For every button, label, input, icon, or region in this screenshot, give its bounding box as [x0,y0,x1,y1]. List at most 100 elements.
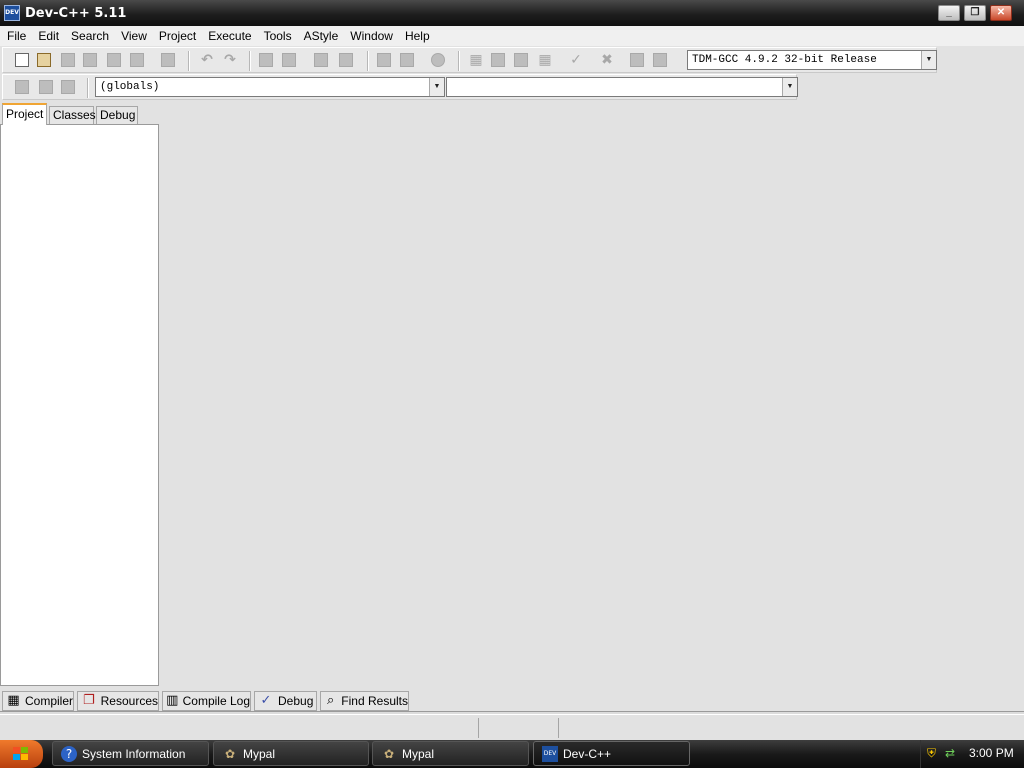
delete-profile-icon[interactable] [653,53,667,67]
grid-icon: ▦ [7,693,20,708]
tab-classes[interactable]: Classes [49,106,96,124]
mypal-browser-icon: ✿ [224,746,236,761]
window-title: Dev-C++ 5.11 [25,5,127,21]
tab-compile-log-label: Compile Log [182,694,250,708]
close-file-icon[interactable] [107,53,121,67]
resources-icon: ❐ [82,693,95,708]
indent-icon[interactable] [377,53,391,67]
status-bar [0,716,1024,740]
menu-edit[interactable]: Edit [32,26,65,46]
main-window: File Edit Search View Project Execute To… [0,26,1024,740]
menu-bar: File Edit Search View Project Execute To… [0,26,1024,46]
syntax-check-icon[interactable]: ✓ [567,52,585,68]
close-all-icon[interactable] [130,53,144,67]
compiler-select-value: TDM-GCC 4.9.2 32-bit Release [692,54,877,66]
windows-logo-icon [13,747,28,761]
taskbar-item-devcpp[interactable]: DEV Dev-C++ [533,741,690,766]
menu-project[interactable]: Project [153,26,202,46]
find-next-icon[interactable] [314,53,328,67]
profile-icon[interactable] [630,53,644,67]
title-bar[interactable]: DEV Dev-C++ 5.11 _ ❐ ✕ [0,0,1024,26]
tab-resources[interactable]: ❐ Resources [77,691,159,711]
toolbar-separator [87,78,89,98]
add-to-project-icon[interactable] [39,80,53,94]
taskbar-item-label: Dev-C++ [563,746,612,761]
menu-window[interactable]: Window [344,26,399,46]
clock[interactable]: 3:00 PM [969,746,1014,760]
new-file-icon[interactable] [15,53,29,67]
tab-find-results[interactable]: ⌕ Find Results [320,691,409,711]
compile-run-icon[interactable] [514,53,528,67]
devcpp-app-icon[interactable]: DEV [4,5,20,21]
toolbar-separator [188,51,190,71]
menu-tools[interactable]: Tools [258,26,298,46]
taskbar-item-system-information[interactable]: ? System Information [52,741,209,766]
devcpp-app-icon: DEV [542,745,558,762]
print-icon[interactable] [161,53,175,67]
magnifier-icon: ⌕ [327,693,335,708]
unindent-icon[interactable] [400,53,414,67]
chevron-down-icon[interactable]: ▼ [921,51,936,69]
status-separator [558,718,559,738]
open-file-icon[interactable] [37,53,51,67]
splitter-handle[interactable] [0,711,1024,715]
menu-view[interactable]: View [115,26,153,46]
save-icon[interactable] [61,53,75,67]
minimize-button[interactable]: _ [938,5,960,21]
tab-compiler-label: Compiler [24,694,73,708]
find-icon[interactable] [259,53,273,67]
menu-search[interactable]: Search [65,26,115,46]
chevron-down-icon[interactable]: ▼ [782,78,797,96]
bar-chart-icon: ▥ [166,693,179,708]
tab-debug[interactable]: Debug [96,106,138,124]
menu-execute[interactable]: Execute [202,26,257,46]
stop-execution-icon[interactable]: ✖ [598,52,616,68]
new-project-icon[interactable] [15,80,29,94]
network-icon[interactable]: ⇄ [945,746,959,761]
project-tree-panel[interactable] [0,124,159,686]
main-toolbar: ↶ ↷ ▦ ▦ ✓ ✖ TDM-GCC 4.9.2 32-bit Release… [2,47,937,73]
system-tray: ⛨ ⇄ 3:00 PM [920,740,1024,768]
mypal-browser-icon: ✿ [383,746,395,761]
status-separator [478,718,479,738]
undo-icon[interactable]: ↶ [198,52,216,68]
taskbar-item-label: Mypal [243,746,276,761]
chevron-down-icon[interactable]: ▼ [429,78,444,96]
menu-astyle[interactable]: AStyle [298,26,345,46]
taskbar-item-label: System Information [82,746,186,761]
compile-icon[interactable]: ▦ [467,52,485,68]
checkmark-icon: ✓ [260,693,272,708]
menu-file[interactable]: File [1,26,32,46]
redo-icon[interactable]: ↷ [221,52,239,68]
tab-compiler[interactable]: ▦ Compiler [2,691,74,711]
tab-debug-output[interactable]: ✓ Debug [254,691,317,711]
close-button[interactable]: ✕ [990,5,1012,21]
taskbar-item-label: Mypal [402,746,435,761]
toggle-comment-icon[interactable] [431,53,445,67]
start-button[interactable] [0,740,43,768]
scope-select-value: (globals) [100,81,160,93]
tab-resources-label: Resources [100,694,158,708]
rebuild-all-icon[interactable]: ▦ [536,52,554,68]
menu-help[interactable]: Help [399,26,436,46]
tab-debug-label: Debug [278,694,314,708]
taskbar: ? System Information ✿ Mypal ✿ Mypal DEV… [0,740,1024,768]
security-shield-icon[interactable]: ⛨ [927,746,940,761]
replace-icon[interactable] [282,53,296,67]
class-toolbar: (globals) ▼ ▼ [2,74,798,100]
save-all-icon[interactable] [83,53,97,67]
help-circle-icon: ? [61,745,77,762]
tab-project[interactable]: Project [2,103,47,125]
taskbar-item-mypal[interactable]: ✿ Mypal [213,741,369,766]
tab-compile-log[interactable]: ▥ Compile Log [162,691,251,711]
function-select[interactable]: ▼ [446,77,798,97]
project-pane-tabs: Project Classes Debug [0,103,160,125]
compiler-select[interactable]: TDM-GCC 4.9.2 32-bit Release ▼ [687,50,937,70]
run-icon[interactable] [491,53,505,67]
remove-from-project-icon[interactable] [61,80,75,94]
scope-select[interactable]: (globals) ▼ [95,77,445,97]
taskbar-item-mypal[interactable]: ✿ Mypal [372,741,529,766]
tab-find-results-label: Find Results [341,694,408,708]
maximize-button[interactable]: ❐ [964,5,986,21]
goto-line-icon[interactable] [339,53,353,67]
